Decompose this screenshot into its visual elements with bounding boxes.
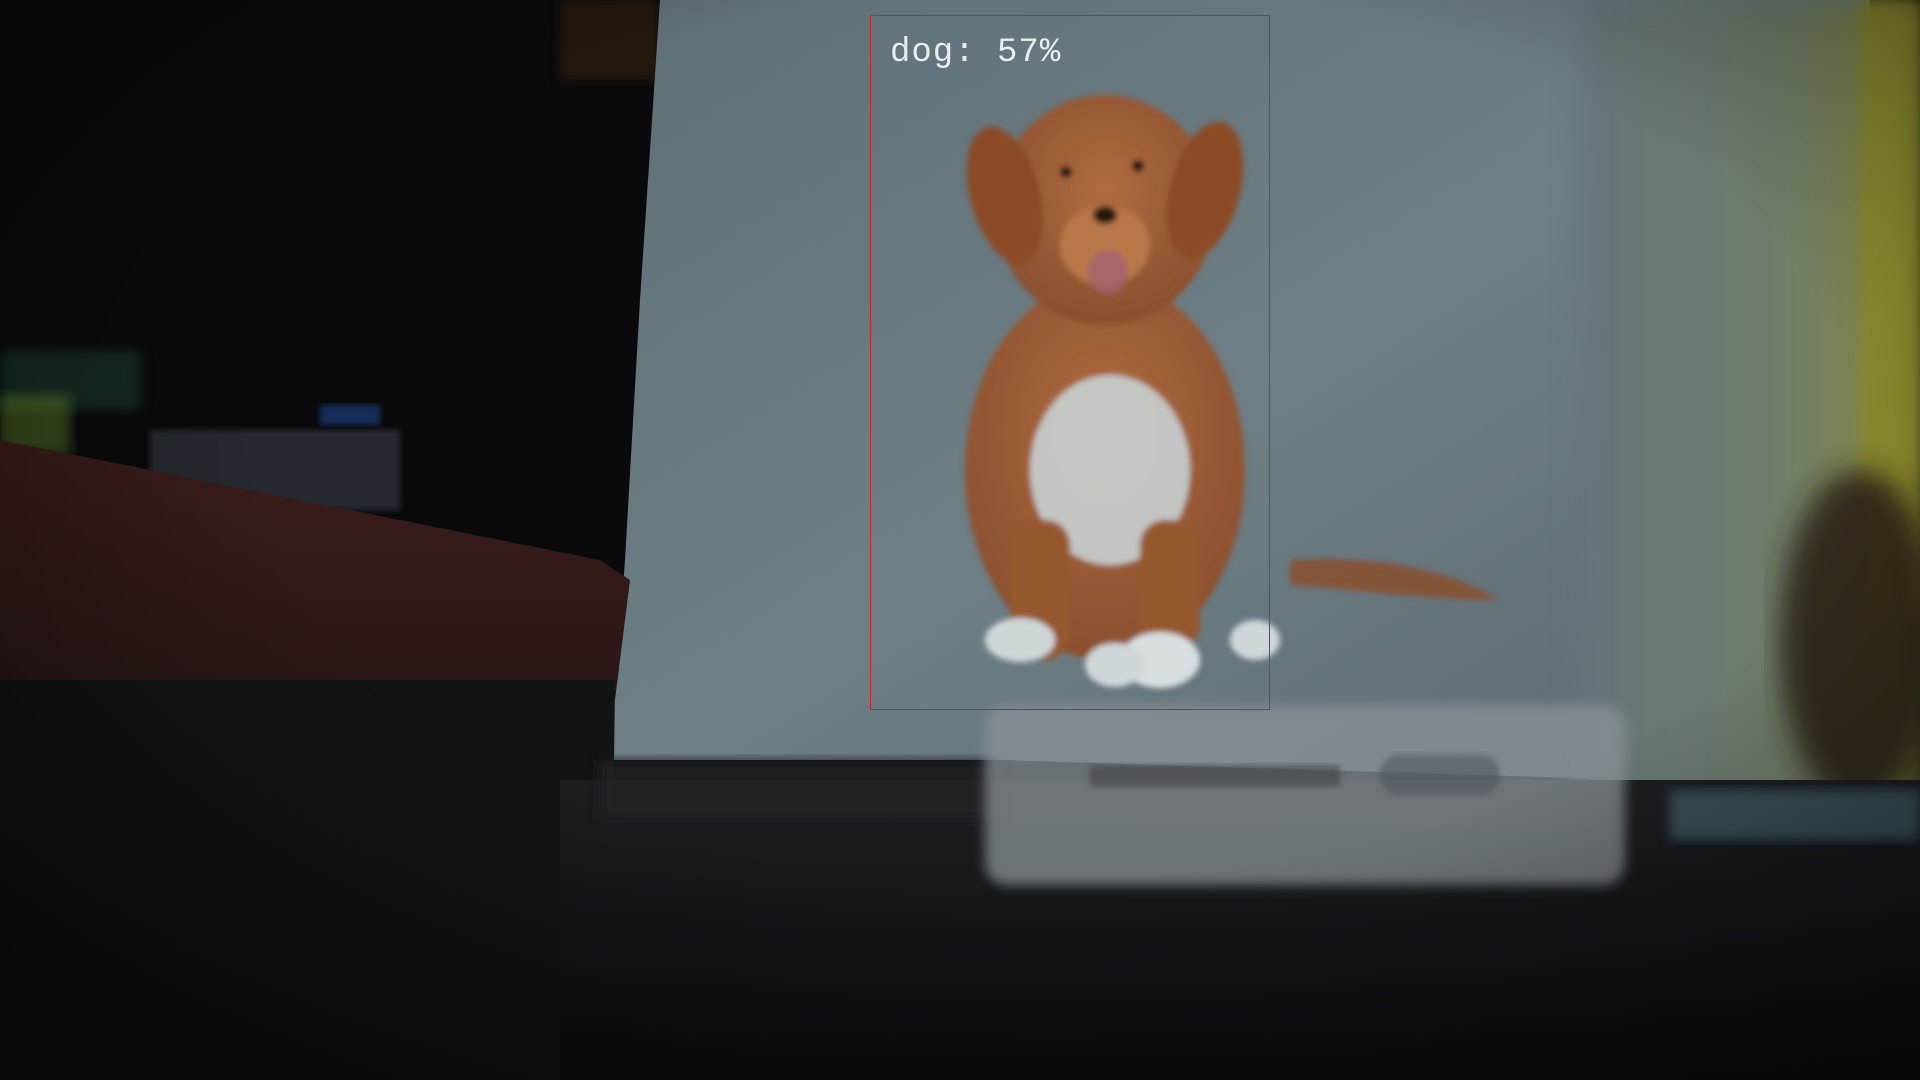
camera-frame: dog: 57% — [0, 0, 1920, 1080]
detection-bounding-box — [870, 15, 1270, 710]
detection-label: dog: 57% — [890, 34, 1062, 72]
